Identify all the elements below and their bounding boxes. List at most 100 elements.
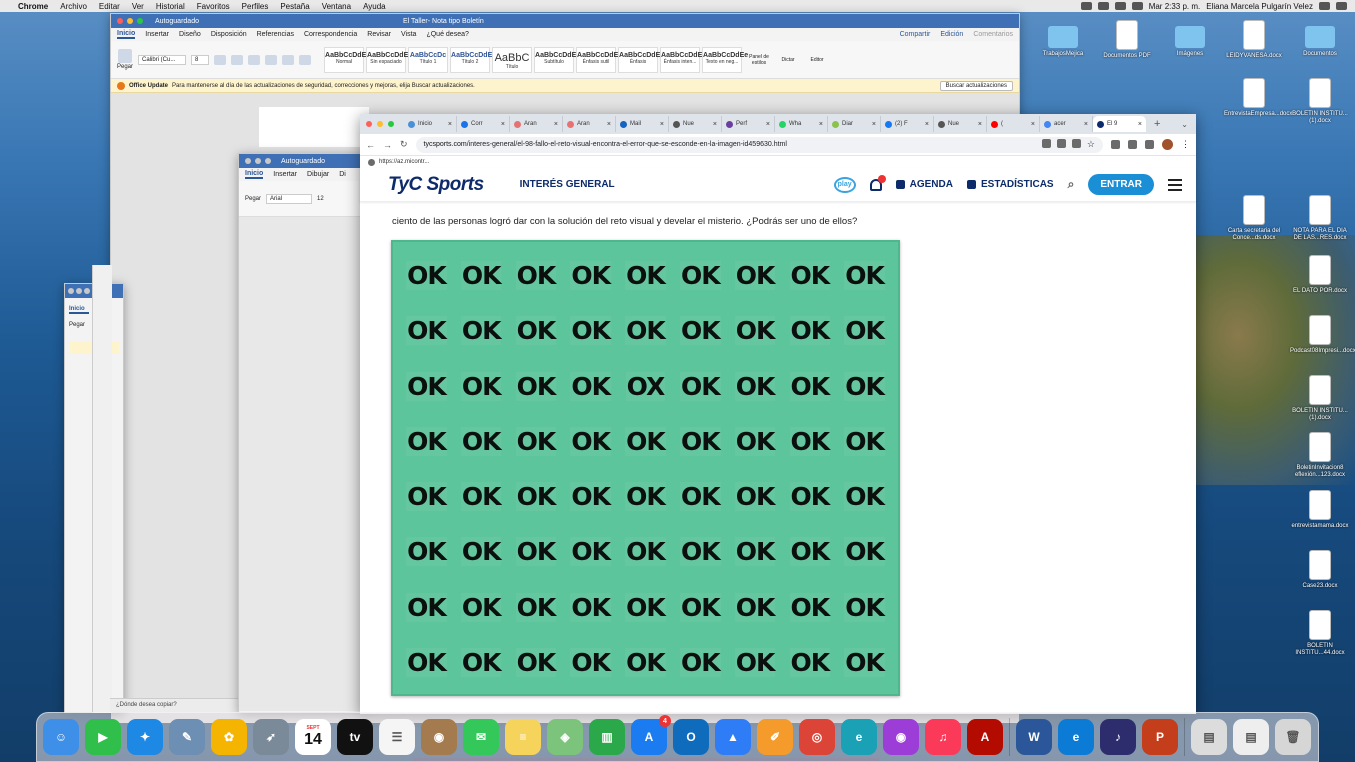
browser-tab[interactable]: Wha ×	[775, 116, 828, 132]
tab-dibujar[interactable]: Dibujar	[307, 171, 329, 178]
tab-more[interactable]: Di	[339, 171, 346, 178]
browser-tab[interactable]: Corr ×	[457, 116, 510, 132]
reminders-icon[interactable]: ☰	[379, 719, 415, 755]
zoom-icon[interactable]	[1056, 139, 1066, 148]
new-tab-icon[interactable]: +	[1154, 118, 1160, 130]
font-family-select[interactable]: Arial	[266, 193, 313, 204]
section-label[interactable]: INTERÉS GENERAL	[520, 179, 615, 190]
close-tab-icon[interactable]: ×	[1084, 121, 1088, 128]
browser-tab[interactable]: Mail ×	[616, 116, 669, 132]
tab-active[interactable]: El 9 ×	[1093, 116, 1146, 132]
autosave-label[interactable]: Autoguardado	[155, 18, 199, 25]
clock[interactable]: Mar 2:33 p. m.	[1149, 2, 1201, 11]
browser-tab[interactable]: Diar ×	[828, 116, 881, 132]
menu-tab[interactable]: Pestaña	[274, 2, 315, 11]
close-tab-icon[interactable]: ×	[925, 121, 929, 128]
user-name[interactable]: Eliana Marcela Pulgarín Velez	[1206, 2, 1313, 11]
style-item[interactable]: AaBbC Título	[492, 46, 533, 73]
menu-bookmarks[interactable]: Favoritos	[191, 2, 236, 11]
close-tab-icon[interactable]: ×	[713, 121, 717, 128]
close-tab-icon[interactable]: ×	[501, 121, 505, 128]
styles-pane-button[interactable]: Panel de estilos	[747, 54, 771, 66]
tab-correspondencia[interactable]: Correspondencia	[304, 31, 357, 38]
desktop-icon[interactable]: entrevistamama.docx	[1290, 490, 1350, 530]
share-icon[interactable]	[1071, 139, 1081, 148]
editor-button[interactable]: Editor	[805, 57, 829, 63]
safari-icon[interactable]: ✦	[127, 719, 163, 755]
pilcrow-icon[interactable]	[299, 54, 312, 65]
browser-tab[interactable]: (2) F ×	[881, 116, 934, 132]
finder-icon[interactable]: ☺	[43, 719, 79, 755]
menu-app-name[interactable]: Chrome	[12, 2, 54, 11]
document-page[interactable]	[259, 107, 369, 147]
music-icon[interactable]: ♫	[925, 719, 961, 755]
style-item[interactable]: AaBbCcDdEe Sin espaciado	[366, 46, 412, 73]
browser-tab[interactable]: Perf ×	[722, 116, 775, 132]
style-item[interactable]: AaBbCcDdEe Énfasis sutil	[576, 46, 622, 73]
desktop-icon[interactable]: Imágenes	[1160, 20, 1220, 58]
audio-icon[interactable]: ♪	[1100, 719, 1136, 755]
airplay-icon[interactable]	[1114, 2, 1126, 10]
desktop-icon[interactable]: Case23.docx	[1290, 550, 1350, 590]
desktop-icon[interactable]: BOLETIN INSTITU...(1).docx	[1290, 375, 1350, 422]
desktop-icon[interactable]: Documentos	[1290, 20, 1350, 58]
tab-diseno[interactable]: Diseño	[179, 31, 201, 38]
tab-insertar[interactable]: Insertar	[145, 31, 169, 38]
close-tab-icon[interactable]: ×	[978, 121, 982, 128]
font-size-select[interactable]: 8	[191, 54, 210, 65]
messages-icon[interactable]: ✉	[463, 719, 499, 755]
downloads-icon[interactable]: ▤	[1191, 719, 1227, 755]
agenda-link[interactable]: AGENDA	[895, 179, 953, 190]
wifi-icon[interactable]	[1131, 2, 1143, 10]
notes-icon[interactable]: ≡	[505, 719, 541, 755]
edition-button[interactable]: Edición	[940, 31, 963, 38]
appstore-icon[interactable]: A4	[631, 715, 671, 755]
bookmark-star-icon[interactable]: ☆	[1087, 139, 1095, 150]
close-tab-icon[interactable]: ×	[660, 121, 664, 128]
reload-icon[interactable]: ↻	[400, 139, 408, 150]
powerpoint-icon[interactable]: P	[1142, 719, 1178, 755]
numbers-icon[interactable]: ▥	[589, 719, 625, 755]
tab-inicio[interactable]: Inicio	[117, 30, 136, 39]
close-icon[interactable]	[366, 121, 372, 127]
close-tab-icon[interactable]: ×	[872, 121, 876, 128]
word-icon[interactable]: W	[1016, 719, 1052, 755]
close-tab-icon[interactable]: ×	[819, 121, 823, 128]
edge-e-icon[interactable]: e	[841, 719, 877, 755]
word-second-document[interactable]	[239, 217, 367, 711]
site-logo[interactable]: TyC Sports	[388, 174, 484, 196]
desktop-icon[interactable]: Carta secretaria del Conce...ds.docx	[1224, 195, 1284, 242]
zoom-icon[interactable]	[265, 158, 271, 164]
style-item[interactable]: AaBbCcDc Título 1	[408, 46, 449, 73]
bell-icon[interactable]	[869, 174, 886, 191]
keynote-icon[interactable]: ▲	[715, 719, 751, 755]
preview-icon[interactable]: ✎	[169, 719, 205, 755]
style-item[interactable]: AaBbCcDdEe Normal	[324, 46, 370, 73]
desktop-icon[interactable]: EL DATO POR.docx	[1290, 255, 1350, 295]
tab-referencias[interactable]: Referencias	[257, 31, 294, 38]
close-icon[interactable]	[117, 18, 123, 24]
style-item[interactable]: AaBbCcDdEe Título 2	[450, 46, 496, 73]
menu-help[interactable]: Ayuda	[357, 2, 392, 11]
style-item[interactable]: AaBbCcDdEe Énfasis	[618, 46, 664, 73]
browser-tab[interactable]: Nue ×	[669, 116, 722, 132]
download-icon[interactable]	[1128, 140, 1137, 149]
tab-inicio[interactable]: Inicio	[69, 306, 89, 314]
profile-avatar[interactable]	[1162, 139, 1173, 150]
dictate-button[interactable]: Dictar	[776, 57, 800, 63]
browser-tab[interactable]: (×	[987, 116, 1040, 132]
search-icon[interactable]	[1319, 2, 1330, 10]
back-icon[interactable]: ←	[366, 140, 375, 150]
facetime-icon[interactable]: ▶	[85, 719, 121, 755]
desktop-icon[interactable]: NOTA PARA EL DIA DE LAS...RES.docx	[1290, 195, 1350, 242]
maps-icon[interactable]: ◈	[547, 719, 583, 755]
podcasts-icon[interactable]: ◉	[883, 719, 919, 755]
tab-inicio[interactable]: Inicio	[245, 170, 264, 179]
documents-icon[interactable]: ▤	[1233, 719, 1269, 755]
zoom-icon[interactable]	[388, 121, 394, 127]
close-icon[interactable]	[245, 158, 251, 164]
browser-tab[interactable]: Aran ×	[510, 116, 563, 132]
menu-edit[interactable]: Editar	[93, 2, 126, 11]
pages-icon[interactable]: ✐	[757, 719, 793, 755]
search-icon[interactable]: ⌕	[1068, 177, 1075, 192]
